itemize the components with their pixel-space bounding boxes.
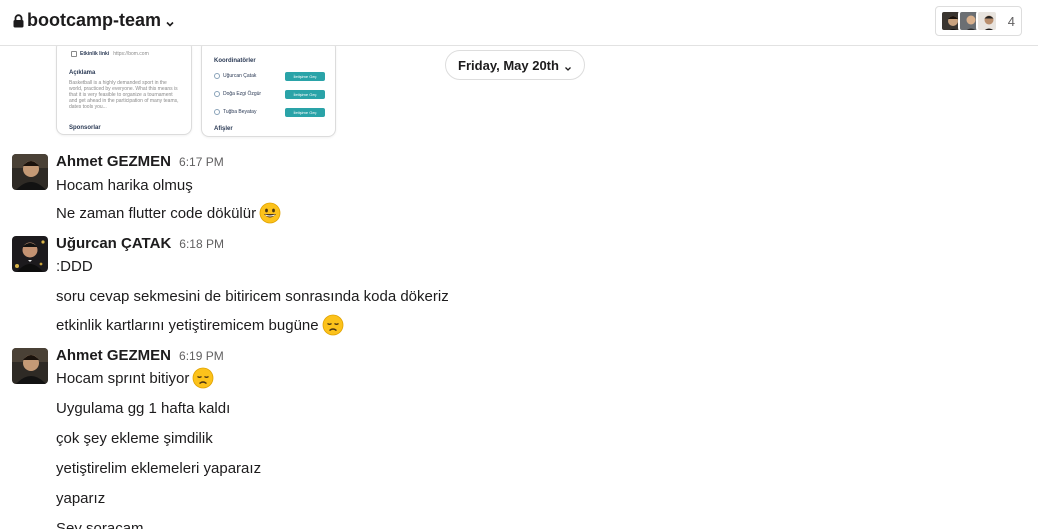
channel-members-button[interactable]: 4 (934, 6, 1022, 36)
grinning-face-emoji (259, 202, 281, 224)
person-icon (214, 109, 220, 115)
message-text: Ne zaman flutter code dökülür (56, 202, 281, 224)
message-text: etkinlik kartlarını yetiştiremicem bugün… (56, 314, 344, 336)
message-header: Ahmet GEZMEN 6:19 PM (56, 347, 224, 364)
channel-title: bootcamp-team (27, 10, 162, 30)
disappointed-face-emoji (192, 367, 214, 389)
avatar[interactable] (12, 154, 48, 190)
coordinator-row: Uğurcan Çatak İletişime Geç (202, 67, 335, 85)
message-text: Uygulama gg 1 hafta kaldı (56, 399, 231, 417)
link-icon (71, 51, 77, 57)
description-heading: Açıklama (69, 70, 96, 76)
message-text: Şey soracam (56, 519, 144, 529)
chevron-down-icon (165, 16, 175, 27)
sender-name[interactable]: Ahmet GEZMEN (56, 347, 171, 364)
contact-button: İletişime Geç (285, 71, 325, 81)
message-timestamp[interactable]: 6:17 PM (179, 155, 224, 169)
avatar[interactable] (12, 348, 48, 384)
message-header: Uğurcan ÇATAK 6:18 PM (56, 235, 224, 252)
sender-name[interactable]: Ahmet GEZMEN (56, 153, 171, 170)
message-text: Hocam harika olmuş (56, 176, 193, 194)
message-text: yaparız (56, 489, 106, 507)
sponsors-heading: Sponsorlar (69, 125, 101, 131)
coordinator-row: Doğa Ezgi Özgür İletişime Geç (202, 85, 335, 103)
message-text: çok şey ekleme şimdilik (56, 429, 213, 447)
person-icon (214, 91, 220, 97)
member-avatar (975, 10, 998, 32)
message-timestamp[interactable]: 6:19 PM (179, 349, 224, 363)
coordinator-name: Uğurcan Çatak (223, 73, 257, 79)
message-text: yetiştirelim eklemeleri yaparaız (56, 459, 262, 477)
message-header: Ahmet GEZMEN 6:17 PM (56, 153, 224, 170)
channel-header: bootcamp-team 4 (0, 0, 1038, 46)
posters-heading: Afişler (214, 126, 233, 132)
coordinators-heading: Koordinatörler (214, 58, 256, 64)
disappointed-face-emoji (322, 314, 344, 336)
avatar[interactable] (12, 236, 48, 272)
date-label: Friday, May 20th (458, 57, 559, 73)
message-text: soru cevap sekmesini de bitiricem sonras… (56, 287, 449, 305)
message-text: :DDD (56, 257, 93, 275)
sender-name[interactable]: Uğurcan ÇATAK (56, 235, 171, 252)
image-attachment[interactable]: Umedo Umedo Koordinatörler Uğurcan Çatak… (201, 40, 336, 137)
contact-button: İletişime Geç (285, 89, 325, 99)
image-attachment[interactable]: Etkinlik linki https://bom.com Açıklama … (56, 40, 192, 135)
message-text: Hocam sprınt bitiyor (56, 367, 214, 389)
coordinator-row: Tuğba Beyatay İletişime Geç (202, 103, 335, 121)
coordinator-name: Tuğba Beyatay (223, 109, 257, 115)
channel-name-button[interactable]: bootcamp-team (13, 10, 175, 31)
member-count: 4 (1007, 13, 1015, 29)
lock-icon (13, 13, 24, 28)
coordinator-name: Doğa Ezgi Özgür (223, 91, 262, 97)
description-text: Basketball is a highly demanded sport in… (69, 80, 179, 110)
message-timestamp[interactable]: 6:18 PM (179, 237, 224, 251)
event-link-value: https://bom.com (113, 51, 149, 57)
contact-button: İletişime Geç (285, 107, 325, 117)
person-icon (214, 73, 220, 79)
chevron-down-icon (564, 61, 572, 71)
event-link-label: Etkinlik linki (80, 51, 110, 57)
date-divider-button[interactable]: Friday, May 20th (445, 50, 585, 80)
